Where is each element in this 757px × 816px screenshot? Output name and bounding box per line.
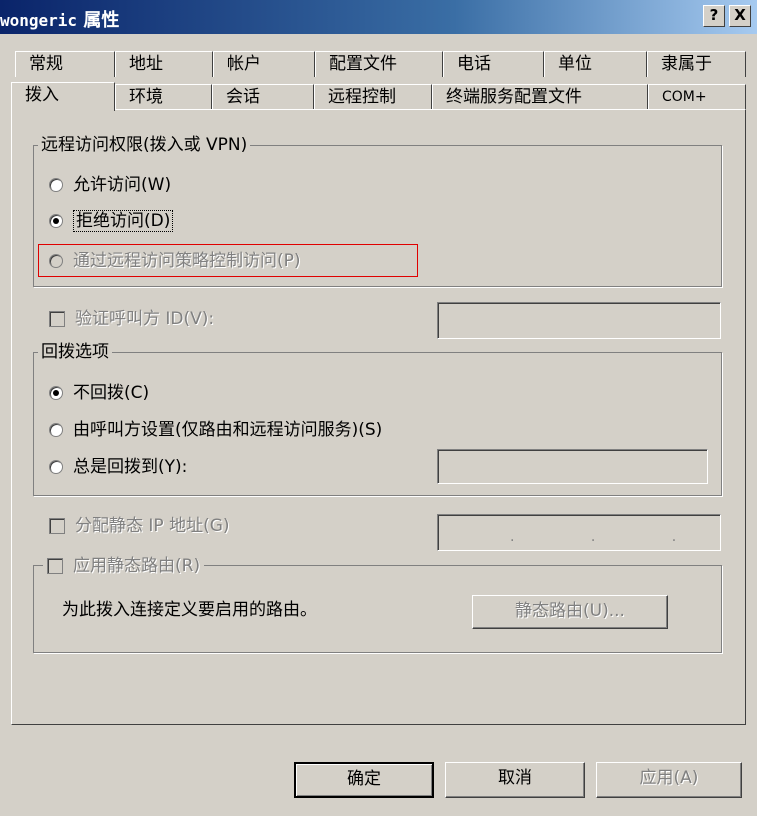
set-by-caller-label: 由呼叫方设置(仅路由和远程访问服务)(S)	[73, 420, 383, 440]
static-ip-option[interactable]: 分配静态 IP 地址(G)	[49, 516, 230, 536]
highlight-box	[38, 244, 418, 277]
deny-access-radio[interactable]	[49, 214, 63, 228]
verify-caller-id-label: 验证呼叫方 ID(V):	[75, 309, 215, 329]
always-callback-label: 总是回拨到(Y):	[73, 457, 188, 477]
static-ip-label: 分配静态 IP 地址(G)	[75, 516, 230, 536]
static-ip-field[interactable]: . . .	[437, 514, 721, 551]
allow-access-radio[interactable]	[49, 178, 63, 192]
always-callback-option[interactable]: 总是回拨到(Y):	[49, 457, 187, 477]
deny-access-option[interactable]: 拒绝访问(D)	[49, 210, 174, 232]
always-callback-field[interactable]	[437, 449, 708, 484]
cancel-button[interactable]: 取消	[445, 762, 585, 798]
always-callback-radio[interactable]	[49, 460, 63, 474]
static-routes-label: 应用静态路由(R)	[73, 556, 201, 576]
set-by-caller-option[interactable]: 由呼叫方设置(仅路由和远程访问服务)(S)	[49, 420, 382, 440]
static-routes-button[interactable]: 静态路由(U)...	[472, 595, 668, 629]
no-callback-option[interactable]: 不回拨(C)	[49, 383, 149, 403]
static-routes-option[interactable]: 应用静态路由(R)	[43, 556, 205, 576]
dial-in-content: 远程访问权限(拨入或 VPN) 允许访问(W) 拒绝访问(D) 通过远程访问策略…	[0, 0, 757, 816]
verify-caller-id-checkbox[interactable]	[49, 311, 65, 327]
no-callback-label: 不回拨(C)	[73, 383, 150, 403]
static-routes-checkbox[interactable]	[47, 558, 63, 574]
verify-caller-id-option[interactable]: 验证呼叫方 ID(V):	[49, 309, 214, 329]
verify-caller-id-field[interactable]	[437, 302, 721, 339]
allow-access-option[interactable]: 允许访问(W)	[49, 175, 171, 195]
deny-access-label: 拒绝访问(D)	[73, 210, 174, 232]
static-routes-description: 为此拨入连接定义要启用的路由。	[62, 600, 317, 620]
no-callback-radio[interactable]	[49, 386, 63, 400]
allow-access-label: 允许访问(W)	[73, 175, 172, 195]
apply-button[interactable]: 应用(A)	[596, 762, 742, 798]
remote-access-legend: 远程访问权限(拨入或 VPN)	[38, 135, 251, 155]
set-by-caller-radio[interactable]	[49, 423, 63, 437]
static-ip-checkbox[interactable]	[49, 518, 65, 534]
callback-legend: 回拨选项	[38, 342, 112, 362]
ok-button[interactable]: 确定	[294, 762, 434, 798]
